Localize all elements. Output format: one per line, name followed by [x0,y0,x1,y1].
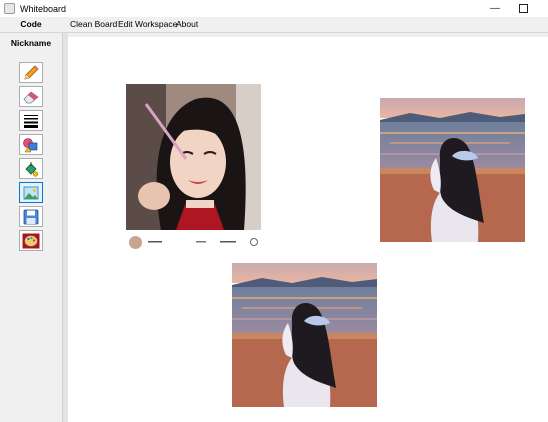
caption-avatar [129,235,142,249]
minimize-icon: — [490,3,500,14]
color-fill-tool-button[interactable] [19,158,43,179]
image-icon [23,186,39,199]
line-width-tool-button[interactable] [19,110,43,131]
girl-makeup-photo [126,84,261,230]
pasted-illustration-beach-2[interactable] [232,263,377,407]
caption-text-graphic [148,241,236,243]
title-bar: Whiteboard — [0,0,548,17]
girl-beach-sunset [232,263,377,407]
eraser-tool-button[interactable] [19,86,43,107]
maximize-icon [518,4,528,13]
tool-sidebar: Nickname [0,33,62,422]
app-icon [4,3,15,14]
pencil-tool-button[interactable] [19,62,43,83]
menu-edit-workspace[interactable]: Edit Workspace [118,19,177,29]
girl-beach-sunset [380,98,525,242]
shapes-icon [23,137,38,152]
palette-tool-button[interactable] [19,230,43,251]
menu-bar: Code Clean Board Edit Workspace About [0,17,548,33]
pasted-photo-girl-makeup[interactable] [126,84,261,230]
code-label: Code [20,19,42,29]
minimize-button[interactable]: — [482,0,508,17]
photo-caption-bar [126,230,261,254]
eraser-icon [23,90,39,103]
line-width-icon [24,114,38,128]
drawing-canvas[interactable] [68,37,548,422]
save-tool-button[interactable] [19,206,43,227]
pencil-icon [24,64,39,80]
menu-about[interactable]: About [176,19,198,29]
caption-emoji-icon [250,238,258,246]
color-fill-icon [25,161,39,177]
nickname-label: Nickname [10,38,52,48]
image-tool-button[interactable] [19,182,43,203]
window-title: Whiteboard [20,3,67,14]
menu-clean-board[interactable]: Clean Board [70,19,117,29]
shapes-tool-button[interactable] [19,134,43,155]
pasted-illustration-beach-1[interactable] [380,98,525,242]
maximize-button[interactable] [510,0,536,17]
save-icon [23,209,39,224]
palette-icon [22,233,40,248]
